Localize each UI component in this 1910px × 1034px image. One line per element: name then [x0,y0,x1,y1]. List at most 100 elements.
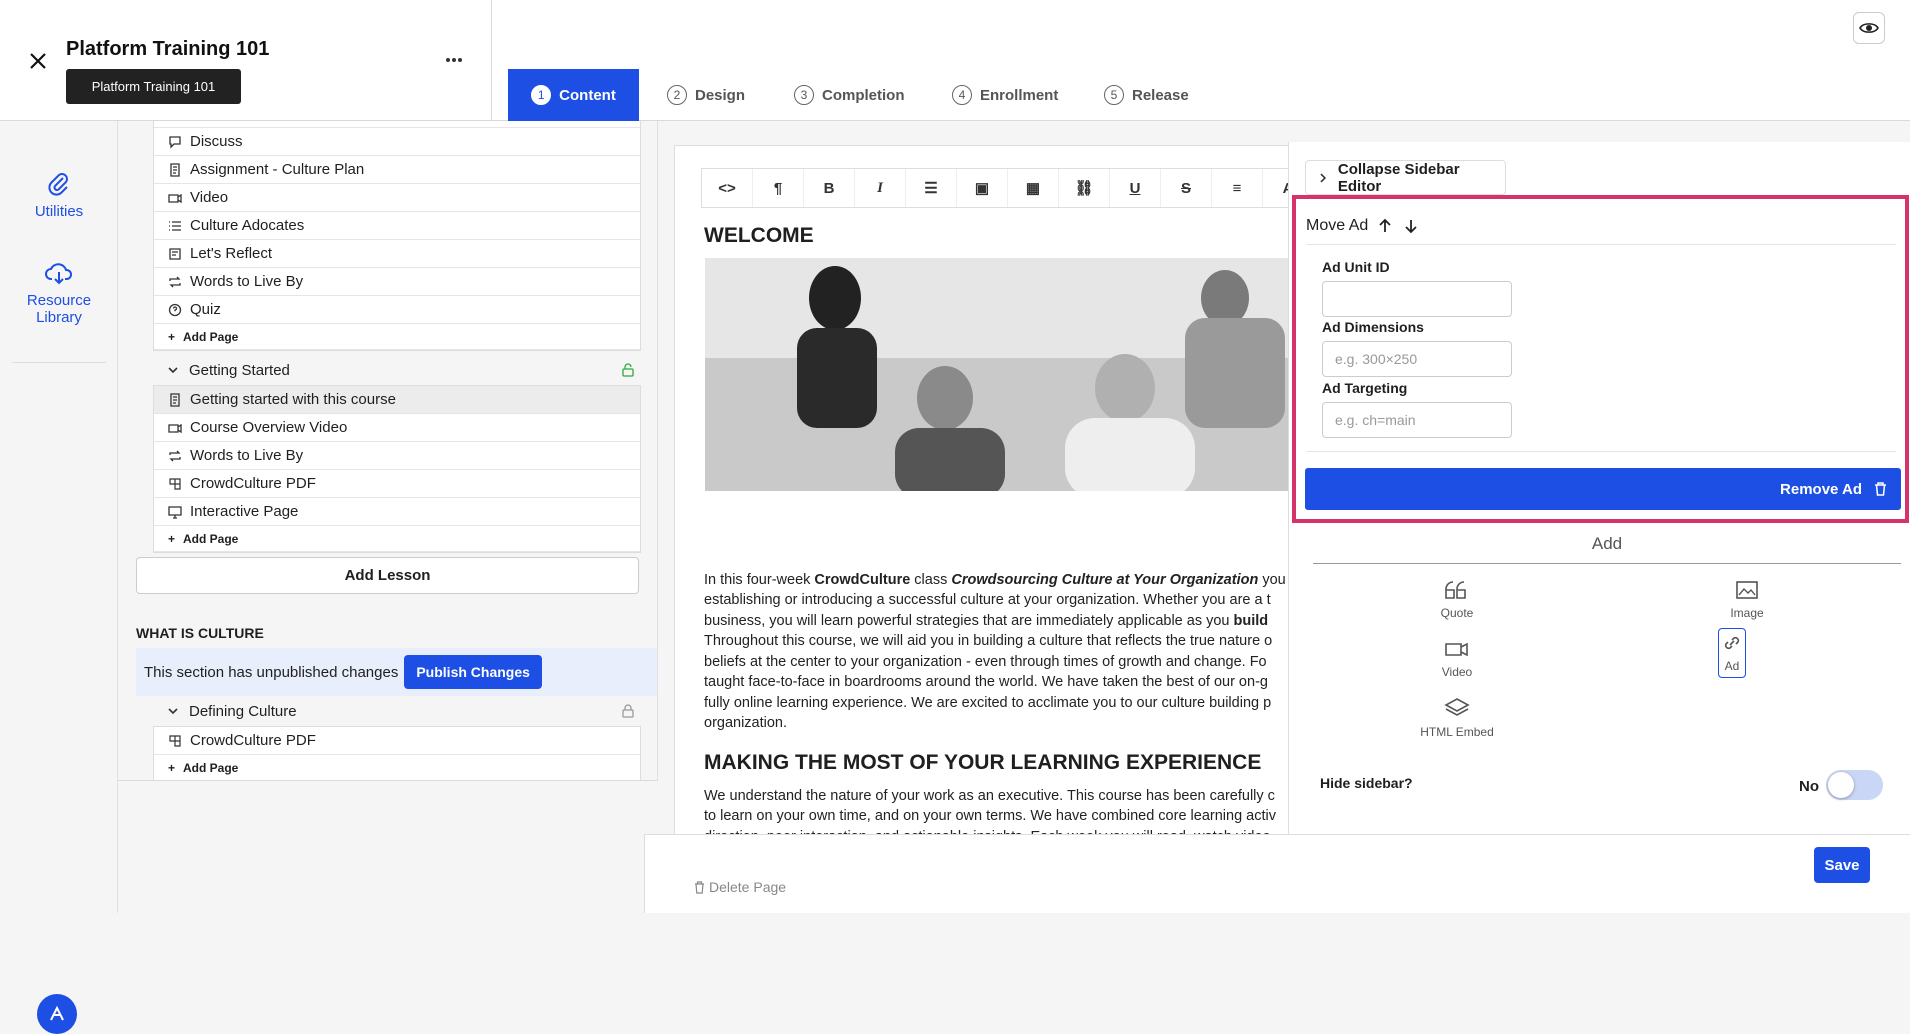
editor-footer: Delete Page Save [644,834,1910,913]
delete-page-button[interactable]: Delete Page [694,879,786,895]
bullet-list-icon[interactable]: ☰ [906,169,957,207]
add-ad-block[interactable]: Ad [1718,628,1746,678]
page-item[interactable]: Video [154,184,640,212]
align-icon[interactable]: ≡ [1212,169,1263,207]
add-image-block[interactable]: Image [1707,580,1787,620]
layers-icon [1444,698,1470,716]
ad-unit-input[interactable] [1322,281,1512,317]
arrow-down-icon[interactable] [1402,217,1420,235]
lesson-header-getting-started[interactable]: Getting Started [153,355,641,385]
pdf-icon [169,477,181,490]
hide-sidebar-value: No [1799,778,1819,795]
move-ad-controls: Move Ad [1306,217,1420,235]
tab-design[interactable]: 2 Design [667,69,745,121]
utilities-button[interactable]: Utilities [0,171,118,220]
toggle-knob [1828,772,1854,798]
section-heading: MAKING THE MOST OF YOUR LEARNING EXPERIE… [704,751,1262,774]
add-quote-block[interactable]: Quote [1417,580,1497,620]
page-item[interactable]: Words to Live By [154,442,640,470]
tab-label: Enrollment [980,86,1059,104]
remove-ad-button[interactable]: Remove Ad [1305,468,1901,510]
tab-label: Release [1132,86,1189,104]
lesson-page-list: CrowdCulture PDF + Add Page [153,726,641,780]
code-view-icon[interactable]: <> [702,169,753,207]
unpublished-banner: This section has unpublished changes Pub… [136,648,657,696]
preview-eye-icon[interactable] [1853,12,1885,44]
lock-icon[interactable] [621,704,635,718]
page-item[interactable]: Let's Reflect [154,240,640,268]
image-icon[interactable]: ▣ [957,169,1008,207]
tab-label: Completion [822,86,905,104]
lesson-title: Defining Culture [189,702,297,720]
add-page-label: Add Page [183,329,239,344]
strikethrough-icon[interactable]: S [1161,169,1212,207]
more-options-icon[interactable] [444,52,464,68]
unlock-icon[interactable] [621,363,635,377]
chevron-down-icon [168,708,178,715]
course-header: Platform Training 101 Platform Training … [0,0,492,121]
page-item[interactable]: Getting started with this course [154,386,640,414]
list-icon [169,220,181,231]
tab-completion[interactable]: 3 Completion [794,69,905,121]
add-video-block[interactable]: Video [1417,639,1497,679]
save-button[interactable]: Save [1814,847,1870,883]
body-paragraph-line: We understand the nature of your work as… [704,788,1275,804]
interactive-icon [168,505,182,519]
page-item[interactable]: Interactive Page [154,498,640,526]
page-label: Getting started with this course [190,391,396,408]
paragraph-icon[interactable]: ¶ [753,169,804,207]
tab-content[interactable]: 1 Content [508,69,639,121]
page-label: Quiz [190,301,221,318]
tab-number: 2 [667,85,687,105]
plus-icon: + [168,760,176,775]
add-page-button[interactable]: + Add Page [154,324,640,350]
resource-library-button[interactable]: Resource Library [0,260,118,326]
page-item[interactable]: CrowdCulture PDF [154,727,640,755]
add-page-button[interactable]: + Add Page [154,526,640,552]
body-paragraph-line: to learn on your own time, and on your o… [704,808,1276,824]
block-label: Quote [1440,606,1474,620]
section-title: WHAT IS CULTURE [136,625,264,641]
hide-sidebar-toggle[interactable] [1826,770,1883,800]
italic-icon[interactable]: I [855,169,906,207]
ad-dimensions-label: Ad Dimensions [1322,319,1424,335]
sidebar-editor: Collapse Sidebar Editor Move Ad Ad Unit … [1288,142,1910,842]
add-page-button[interactable]: + Add Page [154,755,640,780]
add-lesson-button[interactable]: Add Lesson [136,557,639,594]
publish-changes-button[interactable]: Publish Changes [404,655,542,689]
page-label: CrowdCulture PDF [190,475,316,492]
page-label: CrowdCulture PDF [190,732,316,749]
ad-targeting-input[interactable]: e.g. ch=main [1322,402,1512,438]
page-label: Let's Reflect [190,245,273,262]
ad-dimensions-input[interactable]: e.g. 300×250 [1322,341,1512,377]
link-icon[interactable]: ⛓ [1059,169,1110,207]
close-icon[interactable] [26,49,50,73]
list-item-clipped [154,121,640,128]
text-run-bold-italic: Crowdsourcing Culture at Your Organizati… [951,572,1259,588]
add-html-embed-block[interactable]: HTML Embed [1407,697,1507,739]
table-icon[interactable]: ▦ [1008,169,1059,207]
left-rail: Utilities Resource Library [0,121,118,1034]
utilities-label: Utilities [34,203,84,220]
resource-label-line1: Resource [26,292,92,309]
tab-enrollment[interactable]: 4 Enrollment [952,69,1058,121]
bold-icon[interactable]: B [804,169,855,207]
page-item[interactable]: CrowdCulture PDF [154,470,640,498]
collapse-sidebar-button[interactable]: Collapse Sidebar Editor [1305,160,1506,195]
pdf-icon [169,734,181,747]
underline-icon[interactable]: U [1110,169,1161,207]
tab-release[interactable]: 5 Release [1104,69,1189,121]
page-item[interactable]: Culture Adocates [154,212,640,240]
lesson-header-defining-culture[interactable]: Defining Culture [153,696,641,726]
cloud-download-icon [45,263,73,285]
move-ad-label: Move Ad [1306,217,1369,234]
page-item[interactable]: Quiz [154,296,640,324]
page-item[interactable]: Assignment - Culture Plan [154,156,640,184]
page-item[interactable]: Discuss [154,128,640,156]
page-item[interactable]: Words to Live By [154,268,640,296]
page-item[interactable]: Course Overview Video [154,414,640,442]
course-outline: Discuss Assignment - Culture Plan Video … [118,121,658,781]
intro-paragraph-line: organization. [704,715,788,731]
app-logo-icon[interactable] [37,994,77,1034]
arrow-up-icon[interactable] [1376,217,1394,235]
